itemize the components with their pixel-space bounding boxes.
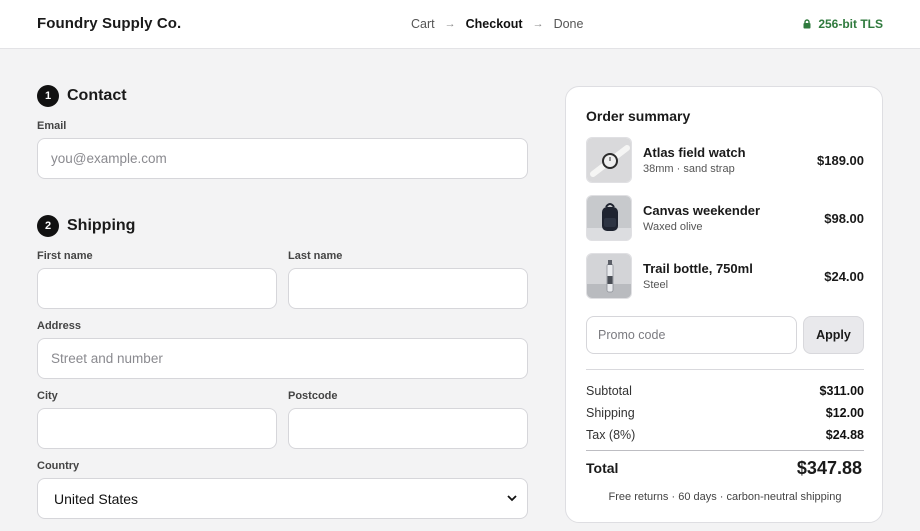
- item-detail: Steel: [643, 279, 669, 291]
- last-name-label: Last name: [288, 250, 343, 262]
- subtotal-row: Subtotal $311.00: [586, 384, 864, 398]
- postcode-field[interactable]: [288, 408, 528, 449]
- arrow-right-icon: →: [532, 18, 544, 30]
- shipping-value: $12.00: [825, 406, 864, 420]
- list-item: Atlas field watch 38mm · sand strap $189…: [586, 137, 864, 183]
- item-price: $189.00: [817, 153, 864, 168]
- summary-title: Order summary: [586, 108, 691, 124]
- tax-row: Tax (8%) $24.88: [586, 428, 864, 442]
- item-price: $24.00: [824, 269, 864, 284]
- brand-name[interactable]: Foundry Supply Co.: [37, 15, 181, 32]
- divider: [586, 450, 864, 451]
- item-detail: Waxed olive: [643, 221, 703, 233]
- section-number: 2: [37, 215, 59, 237]
- address-field[interactable]: [37, 338, 528, 379]
- apply-button[interactable]: Apply: [803, 316, 864, 354]
- city-field[interactable]: [37, 408, 277, 449]
- item-detail: 38mm · sand strap: [643, 163, 735, 175]
- first-name-field[interactable]: [37, 268, 277, 309]
- last-name-field[interactable]: [288, 268, 528, 309]
- order-summary-card: Order summary Atlas field watch 38mm · s…: [565, 86, 883, 523]
- step-cart[interactable]: Cart: [411, 17, 435, 31]
- list-item: Canvas weekender Waxed olive $98.00: [586, 195, 864, 241]
- step-checkout: Checkout: [465, 17, 523, 31]
- watch-icon: [586, 137, 632, 183]
- total-label: Total: [586, 460, 619, 476]
- bottle-icon: [586, 253, 632, 299]
- section-title: Contact: [67, 87, 127, 104]
- shipping-section-header: 2 Shipping: [37, 215, 135, 237]
- city-label: City: [37, 390, 58, 402]
- country-label: Country: [37, 460, 80, 472]
- first-name-label: First name: [37, 250, 93, 262]
- arrow-right-icon: →: [444, 18, 456, 30]
- checkout-steps: Cart → Checkout → Done: [411, 17, 583, 31]
- item-name: Atlas field watch: [643, 145, 746, 160]
- tax-value: $24.88: [825, 428, 864, 442]
- item-price: $98.00: [824, 211, 864, 226]
- step-done: Done: [553, 17, 584, 31]
- backpack-icon: [586, 195, 632, 241]
- email-label: Email: [37, 120, 67, 132]
- tax-label: Tax (8%): [586, 428, 636, 442]
- address-label: Address: [37, 320, 82, 332]
- divider: [586, 369, 864, 370]
- list-item: Trail bottle, 750ml Steel $24.00: [586, 253, 864, 299]
- shipping-label: Shipping: [586, 406, 635, 420]
- secure-badge: 256-bit TLS: [803, 17, 883, 31]
- total-value: $347.88: [796, 458, 862, 478]
- item-name: Trail bottle, 750ml: [643, 261, 753, 276]
- country-value: United States: [54, 490, 139, 507]
- section-number: 1: [37, 85, 59, 107]
- contact-section-header: 1 Contact: [37, 85, 127, 107]
- subtotal-value: $311.00: [819, 384, 865, 398]
- postcode-label: Postcode: [288, 390, 338, 402]
- promo-code-input[interactable]: [586, 316, 797, 354]
- top-bar: Foundry Supply Co. Cart → Checkout → Don…: [0, 0, 920, 49]
- secure-label: 256-bit TLS: [818, 17, 883, 31]
- lock-icon: [803, 19, 811, 29]
- chevron-down-icon: [507, 495, 517, 502]
- email-field[interactable]: [37, 138, 528, 179]
- returns-note: Free returns · 60 days · carbon-neutral …: [608, 491, 842, 503]
- section-title: Shipping: [67, 217, 136, 234]
- subtotal-label: Subtotal: [586, 384, 632, 398]
- country-select[interactable]: United States: [37, 478, 528, 519]
- item-name: Canvas weekender: [643, 203, 761, 218]
- shipping-row: Shipping $12.00: [586, 406, 864, 420]
